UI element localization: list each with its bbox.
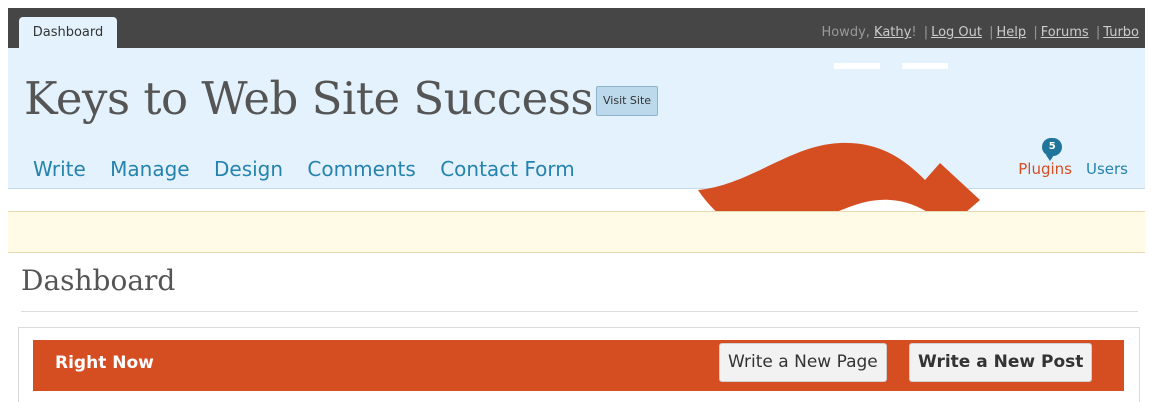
update-count-badge: 5 [1042, 138, 1063, 161]
main-nav: Write Manage Design Comments Contact For… [33, 157, 593, 181]
separator: | [989, 25, 994, 40]
logout-link[interactable]: Log Out [931, 25, 982, 40]
title-divider [21, 311, 1138, 312]
notice-bar [8, 211, 1145, 253]
sub-nav: Plugins 5 Users [1018, 138, 1128, 178]
separator: | [1095, 25, 1101, 40]
nav-manage[interactable]: Manage [110, 157, 189, 181]
nav-design[interactable]: Design [214, 157, 283, 181]
nav-comments[interactable]: Comments [307, 157, 415, 181]
nav-contact-form[interactable]: Contact Form [440, 157, 575, 181]
howdy-suffix: ! [911, 25, 917, 40]
nav-users[interactable]: Users [1086, 160, 1128, 178]
write-new-page-button[interactable]: Write a New Page [719, 343, 887, 382]
turbo-link[interactable]: Turbo [1103, 25, 1139, 40]
visit-site-button[interactable]: Visit Site [596, 86, 659, 116]
separator: | [1033, 25, 1038, 40]
page-title: Dashboard [21, 264, 176, 297]
forums-link[interactable]: Forums [1041, 25, 1089, 40]
nav-write[interactable]: Write [33, 157, 86, 181]
header-mark [834, 63, 880, 69]
help-link[interactable]: Help [997, 25, 1027, 40]
user-bar: Howdy, Kathy! | Log Out | Help | Forums | Tu… [821, 25, 1139, 40]
nav-plugins[interactable]: Plugins 5 [1018, 138, 1072, 178]
write-new-post-button[interactable]: Write a New Post [909, 343, 1093, 382]
separator: | [923, 25, 929, 40]
right-now-title: Right Now [55, 353, 154, 373]
user-name-link[interactable]: Kathy [874, 25, 911, 40]
site-title: Keys to Web Site Success [24, 72, 593, 125]
plugins-label: Plugins [1018, 160, 1072, 178]
howdy-text: Howdy, [821, 25, 875, 40]
dashboard-tab[interactable]: Dashboard [19, 17, 117, 48]
header-mark [902, 63, 948, 69]
